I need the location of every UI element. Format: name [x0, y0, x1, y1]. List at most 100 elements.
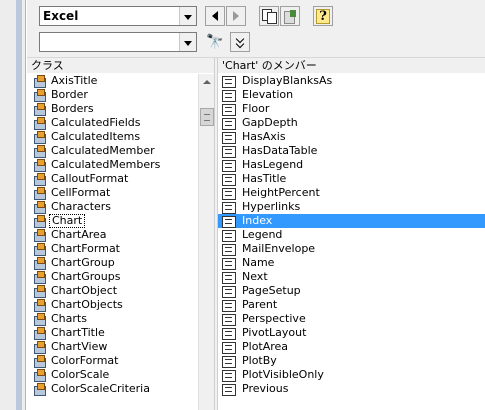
double-chevron-down-icon	[236, 36, 245, 48]
member-item-hyperlinks[interactable]: Hyperlinks	[218, 200, 485, 214]
member-item-label: Next	[242, 270, 268, 283]
member-item-pagesetup[interactable]: PageSetup	[218, 284, 485, 298]
member-item-label: HasAxis	[242, 130, 286, 143]
class-item-chartobjects[interactable]: ChartObjects	[27, 298, 198, 312]
member-item-hasdatatable[interactable]: HasDataTable	[218, 144, 485, 158]
scroll-up-arrow-icon[interactable]	[199, 74, 214, 90]
copy-to-clipboard-button[interactable]	[259, 6, 279, 26]
member-item-hasaxis[interactable]: HasAxis	[218, 130, 485, 144]
class-module-icon	[33, 229, 46, 242]
member-item-next[interactable]: Next	[218, 270, 485, 284]
member-item-label: Legend	[242, 228, 283, 241]
search-combo[interactable]	[39, 32, 197, 52]
member-item-parent[interactable]: Parent	[218, 298, 485, 312]
class-module-icon	[33, 173, 46, 186]
member-item-floor[interactable]: Floor	[218, 102, 485, 116]
members-list[interactable]: DisplayBlanksAs Elevation Floor GapDepth Has…	[218, 74, 485, 410]
member-item-label: PivotLayout	[242, 326, 307, 339]
class-item-charts[interactable]: Charts	[27, 312, 198, 326]
class-item-colorscalecriteria[interactable]: ColorScaleCriteria	[27, 382, 198, 396]
class-module-icon	[33, 215, 46, 228]
left-window-frame	[0, 0, 26, 410]
property-icon	[221, 117, 236, 130]
class-module-icon	[33, 369, 46, 382]
class-item-borders[interactable]: Borders	[27, 102, 198, 116]
member-item-previous[interactable]: Previous	[218, 382, 485, 396]
member-item-heightpercent[interactable]: HeightPercent	[218, 186, 485, 200]
class-module-icon	[33, 285, 46, 298]
members-header: 'Chart' のメンバー	[218, 58, 485, 73]
property-icon	[221, 341, 236, 354]
member-item-perspective[interactable]: Perspective	[218, 312, 485, 326]
class-item-axistitle[interactable]: AxisTitle	[27, 74, 198, 88]
member-item-mailenvelope[interactable]: MailEnvelope	[218, 242, 485, 256]
member-item-displayblanksas[interactable]: DisplayBlanksAs	[218, 74, 485, 88]
library-combo[interactable]: Excel	[39, 6, 197, 26]
member-item-label: HeightPercent	[242, 186, 320, 199]
member-item-gapdepth[interactable]: GapDepth	[218, 116, 485, 130]
class-module-icon	[33, 355, 46, 368]
member-item-index[interactable]: Index	[218, 214, 485, 228]
library-combo-value: Excel	[43, 9, 79, 23]
class-item-calculateditems[interactable]: CalculatedItems	[27, 130, 198, 144]
member-item-label: DisplayBlanksAs	[242, 74, 333, 87]
class-item-chartview[interactable]: ChartView	[27, 340, 198, 354]
classes-scrollbar[interactable]	[198, 74, 214, 410]
class-item-chartgroup[interactable]: ChartGroup	[27, 256, 198, 270]
view-definition-button[interactable]	[280, 6, 300, 26]
class-item-calculatedmember[interactable]: CalculatedMember	[27, 144, 198, 158]
class-item-label: ChartObject	[51, 284, 118, 297]
classes-list[interactable]: AxisTitle Border Borders CalculatedFields Ca…	[27, 74, 214, 410]
class-item-calculatedfields[interactable]: CalculatedFields	[27, 116, 198, 130]
member-item-plotby[interactable]: PlotBy	[218, 354, 485, 368]
class-item-charttitle[interactable]: ChartTitle	[27, 326, 198, 340]
object-browser-toolbar: Excel ? 🔭	[27, 0, 485, 57]
class-item-label: ColorFormat	[51, 354, 119, 367]
property-icon	[221, 257, 236, 270]
member-item-hastitle[interactable]: HasTitle	[218, 172, 485, 186]
class-item-cellformat[interactable]: CellFormat	[27, 186, 198, 200]
class-item-chart[interactable]: Chart	[27, 214, 198, 228]
scroll-thumb[interactable]	[200, 108, 214, 126]
property-icon	[221, 369, 236, 382]
member-item-elevation[interactable]: Elevation	[218, 88, 485, 102]
class-item-chartformat[interactable]: ChartFormat	[27, 242, 198, 256]
class-item-characters[interactable]: Characters	[27, 200, 198, 214]
property-icon	[221, 173, 236, 186]
member-item-plotarea[interactable]: PlotArea	[218, 340, 485, 354]
class-item-label: CalculatedMembers	[51, 158, 161, 171]
member-item-legend[interactable]: Legend	[218, 228, 485, 242]
class-item-chartgroups[interactable]: ChartGroups	[27, 270, 198, 284]
back-button[interactable]	[205, 6, 225, 26]
chevron-down-icon[interactable]	[179, 33, 196, 51]
search-button[interactable]: 🔭	[205, 32, 225, 52]
member-item-label: MailEnvelope	[242, 242, 316, 255]
member-item-name[interactable]: Name	[218, 256, 485, 270]
class-item-calculatedmembers[interactable]: CalculatedMembers	[27, 158, 198, 172]
class-module-icon	[33, 89, 46, 102]
class-item-label: ChartArea	[51, 228, 107, 241]
class-item-chartarea[interactable]: ChartArea	[27, 228, 198, 242]
class-item-colorscale[interactable]: ColorScale	[27, 368, 198, 382]
property-icon	[221, 285, 236, 298]
property-icon	[221, 271, 236, 284]
class-item-label: CalculatedItems	[51, 130, 141, 143]
class-item-calloutformat[interactable]: CalloutFormat	[27, 172, 198, 186]
property-icon	[221, 313, 236, 326]
member-item-plotvisibleonly[interactable]: PlotVisibleOnly	[218, 368, 485, 382]
member-item-haslegend[interactable]: HasLegend	[218, 158, 485, 172]
class-item-label: ChartFormat	[51, 242, 120, 255]
class-item-label: ChartObjects	[51, 298, 123, 311]
chevron-down-icon[interactable]	[179, 7, 196, 25]
class-item-label: CalculatedFields	[51, 116, 141, 129]
copy-icon	[262, 9, 277, 24]
forward-button[interactable]	[226, 6, 246, 26]
help-button[interactable]: ?	[313, 6, 333, 26]
show-hide-search-results-button[interactable]	[230, 32, 250, 52]
class-item-border[interactable]: Border	[27, 88, 198, 102]
class-module-icon	[33, 159, 46, 172]
member-item-pivotlayout[interactable]: PivotLayout	[218, 326, 485, 340]
class-item-chartobject[interactable]: ChartObject	[27, 284, 198, 298]
classes-rows: AxisTitle Border Borders CalculatedFields Ca…	[27, 74, 198, 396]
class-item-colorformat[interactable]: ColorFormat	[27, 354, 198, 368]
